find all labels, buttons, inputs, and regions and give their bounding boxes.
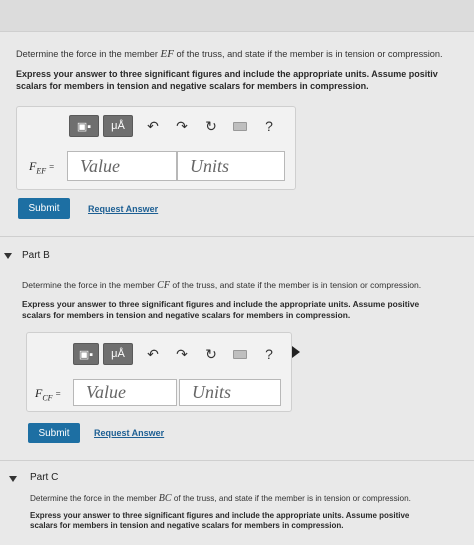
part-c-collapse-icon[interactable] <box>9 476 17 482</box>
part-a-value-input[interactable]: Value <box>67 151 177 181</box>
templates-icon[interactable]: ▣▪ <box>73 343 99 365</box>
part-b-question: Determine the force in the member CF of … <box>22 280 422 291</box>
part-b-units-input[interactable]: Units <box>179 379 281 406</box>
mouse-cursor-icon <box>292 346 300 358</box>
part-b-submit-button[interactable]: Submit <box>28 423 80 443</box>
part-a-label: FEF = <box>29 159 55 176</box>
part-b-collapse-icon[interactable] <box>4 253 12 259</box>
redo-icon[interactable]: ↷ <box>169 115 195 137</box>
part-b-toolbar: ▣▪ μÅ ↶ ↷ ↻ ? <box>73 343 282 365</box>
part-a-request-answer-link[interactable]: Request Answer <box>88 204 158 214</box>
top-strip <box>0 0 474 32</box>
redo-icon[interactable]: ↷ <box>169 343 195 365</box>
part-b-title[interactable]: Part B <box>22 250 50 261</box>
part-a-answer-box: ▣▪ μÅ ↶ ↷ ↻ ? FEF = Value Units <box>16 106 296 190</box>
reset-icon[interactable]: ↻ <box>198 115 224 137</box>
part-a-submit-button[interactable]: Submit <box>18 198 70 219</box>
reset-icon[interactable]: ↻ <box>198 343 224 365</box>
divider <box>0 236 474 237</box>
templates-icon[interactable]: ▣▪ <box>69 115 99 137</box>
part-a-units-input[interactable]: Units <box>177 151 285 181</box>
part-b-answer-box: ▣▪ μÅ ↶ ↷ ↻ ? FCF = Value Units <box>26 332 292 412</box>
part-c-question: Determine the force in the member BC of … <box>30 493 411 504</box>
page: Determine the force in the member EF of … <box>0 0 474 545</box>
part-c-title[interactable]: Part C <box>30 472 58 483</box>
divider <box>0 460 474 461</box>
part-c-instructions: Express your answer to three significant… <box>30 511 410 530</box>
units-icon[interactable]: μÅ <box>103 343 133 365</box>
undo-icon[interactable]: ↶ <box>140 343 166 365</box>
part-a-toolbar: ▣▪ μÅ ↶ ↷ ↻ ? <box>69 115 282 137</box>
help-icon[interactable]: ? <box>256 115 282 137</box>
part-b-instructions: Express your answer to three significant… <box>22 299 420 320</box>
part-b-request-answer-link[interactable]: Request Answer <box>94 428 164 438</box>
part-b-label: FCF = <box>35 386 61 403</box>
units-icon[interactable]: μÅ <box>103 115 133 137</box>
keyboard-icon[interactable] <box>227 115 253 137</box>
part-a-instructions: Express your answer to three significant… <box>16 69 438 91</box>
undo-icon[interactable]: ↶ <box>140 115 166 137</box>
part-b-value-input[interactable]: Value <box>73 379 177 406</box>
help-icon[interactable]: ? <box>256 343 282 365</box>
keyboard-icon[interactable] <box>227 343 253 365</box>
part-a-question: Determine the force in the member EF of … <box>16 48 443 60</box>
